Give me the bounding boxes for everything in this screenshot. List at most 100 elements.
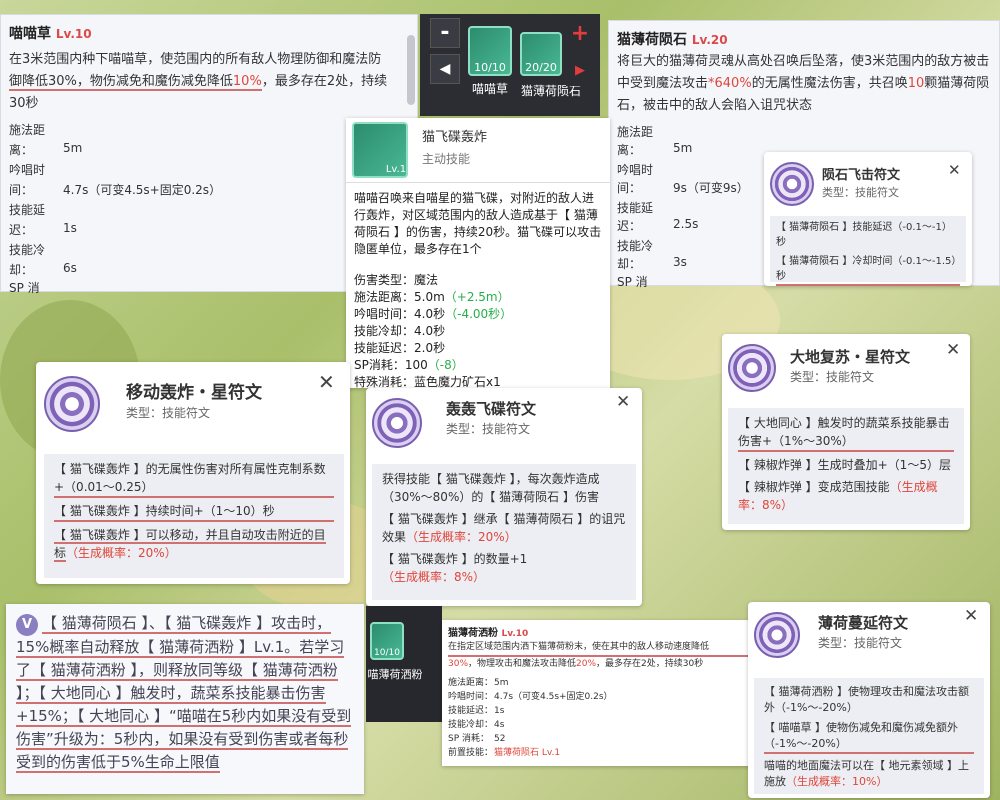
rune-effects: 【 猫薄荷洒粉 】使物理攻击和魔法攻击额外（-1%～-20%） 【 喵喵草 】使…	[754, 678, 984, 794]
stat-label: 吟唱时	[617, 163, 654, 177]
desc-line: 御降低30%，物伤减免和魔伤减免降低	[9, 74, 233, 91]
stat-value: 4s	[494, 720, 505, 730]
stat-label: 间：	[9, 183, 34, 197]
skill-count: 10/10	[374, 648, 400, 658]
star-effect-text: 【 猫薄荷陨石 】、【 猫飞碟轰炸 】攻击时，15%概率自动释放【 猫薄荷洒粉 …	[16, 614, 352, 773]
next-button[interactable]: ▶	[566, 58, 594, 86]
stat-value: 4.0秒	[414, 307, 446, 321]
rune-effect-chance: （生成概率：8%）	[382, 570, 486, 584]
meow-grass-skill-icon[interactable]: 10/10	[468, 26, 512, 76]
stat-value: 5m	[494, 678, 509, 688]
rune-effects: 【 大地同心 】触发时的蔬菜系技能暴击伤害+（1%～30%） 【 辣椒炸弹 】生…	[728, 408, 964, 524]
stat-label: SP 消	[9, 281, 40, 295]
skill-title: 猫飞碟轰炸	[422, 130, 488, 145]
rune-effects: 【 猫飞碟轰炸 】的无属性伤害对所有属性克制系数+（0.01～0.25） 【 猫…	[44, 454, 344, 578]
stat-value: 4.7s（可变4.5s+固定0.2s）	[63, 183, 222, 197]
close-icon[interactable]: ✕	[946, 340, 960, 360]
stat-label: 施法距	[617, 125, 654, 139]
skill-description: 将巨大的猫薄荷灵魂从高处召唤后坠落，使3米范围内的敌方被击 中受到魔法攻击*64…	[617, 51, 1000, 117]
skill-panel-ufo-bombing: Lv.1 猫飞碟轰炸 主动技能 喵喵召唤来自喵星的猫飞碟，对附近的敌人进行轰炸，…	[346, 118, 610, 391]
scrollbar[interactable]	[407, 35, 415, 105]
stat-label: 离：	[617, 143, 642, 157]
rune-effect-line: 【 喵喵草 】使物伤减免和魔伤减免额外（-1%～-20%）	[764, 720, 974, 754]
skill-label: 喵薄荷洒粉	[367, 668, 423, 681]
skill-level: Lv.1	[385, 164, 407, 175]
previous-button[interactable]: ◀	[430, 54, 460, 84]
stat-label: 技能延迟：	[354, 341, 415, 355]
skill-title: 猫薄荷洒粉	[448, 628, 498, 639]
desc-line: 在3米范围内种下喵喵草，使范围内的所有敌人物理防御和魔法防	[9, 52, 382, 67]
rune-type: 类型：技能符文	[446, 422, 531, 436]
skill-level: Lv.20	[691, 33, 728, 47]
stat-value: 52	[494, 734, 506, 744]
rune-card-earth-revival: 大地复苏・星符文 类型：技能符文 ✕ 【 大地同心 】触发时的蔬菜系技能暴击伤害…	[722, 334, 970, 530]
rune-title: 陨石飞击符文	[822, 168, 901, 183]
minus-button[interactable]: -	[430, 18, 460, 48]
rune-effect-line: 【 猫薄荷陨石 】技能延迟（-0.1～-1）秒	[776, 222, 952, 248]
stat-value: 9s（可变9s）	[673, 181, 749, 195]
stat-label: 却：	[617, 257, 642, 271]
stat-label: 技能冷却：	[448, 720, 494, 730]
rune-icon	[754, 612, 800, 658]
close-icon[interactable]: ✕	[318, 372, 335, 392]
catnip-meteor-skill-icon[interactable]: 20/20	[520, 32, 562, 76]
skill-count: 10/10	[474, 61, 506, 74]
close-icon[interactable]: ✕	[616, 392, 630, 412]
catnip-spray-skill-icon[interactable]: 10/10	[370, 622, 404, 660]
plus-button[interactable]: +	[566, 20, 594, 50]
desc-highlight: 20%	[576, 659, 597, 669]
desc-line: 在指定区域范围内洒下猫薄荷粉末，使在其中的敌人移动速度降低	[448, 640, 748, 657]
rune-title: 轰轰飞碟符文	[446, 400, 537, 418]
stat-value: 5m	[63, 141, 83, 155]
desc-line: 颗猫薄荷陨	[924, 76, 990, 91]
stat-value: 魔法	[414, 273, 439, 287]
desc-line: 中受到魔法攻击	[617, 76, 709, 91]
skill-panel-catnip-spray: 猫薄荷洒粉 Lv.10 在指定区域范围内洒下猫薄荷粉末，使在其中的敌人移动速度降…	[442, 620, 750, 766]
skill-level: Lv.10	[501, 629, 529, 639]
stat-value: 100	[404, 358, 428, 372]
rune-type: 类型：技能符文	[126, 406, 211, 420]
stat-label: SP 消	[617, 275, 648, 289]
rune-card-mint-spread: 薄荷蔓延符文 类型：技能符文 ✕ 【 猫薄荷洒粉 】使物理攻击和魔法攻击额外（-…	[748, 602, 990, 798]
stat-value: 4.7s（可变4.5s+固定0.2s）	[494, 692, 613, 702]
rune-effect-chance: （生成概率：20%）	[406, 530, 517, 544]
rune-effect-chance: （生成概率：20%）	[66, 546, 177, 560]
rune-type: 类型：技能符文	[822, 186, 899, 199]
stat-label: 施法距	[9, 123, 46, 137]
skill-description: 喵喵召唤来自喵星的猫飞碟，对附近的敌人进行轰炸，对区域范围内的敌人造成基于【 猫…	[354, 191, 602, 256]
close-icon[interactable]: ✕	[964, 606, 978, 626]
rune-card-meteor-strike: 陨石飞击符文 类型：技能符文 ✕ 【 猫薄荷陨石 】技能延迟（-0.1～-1）秒…	[764, 152, 972, 286]
stat-value: 3s	[673, 255, 687, 269]
close-icon[interactable]: ✕	[948, 160, 961, 180]
rune-effect-line: 【 猫飞碟轰炸 】的数量+1	[382, 552, 528, 566]
rune-card-mobile-bombing: 移动轰炸・星符文 类型：技能符文 ✕ 【 猫飞碟轰炸 】的无属性伤害对所有属性克…	[36, 362, 350, 584]
skill-title: 喵喵草	[9, 26, 51, 42]
stat-label: 却：	[9, 263, 34, 277]
skill-stats: 施法距离：5m 吟唱时间：4.7s（可变4.5s+固定0.2s） 技能延迟：1s…	[448, 676, 613, 760]
rune-icon	[44, 376, 100, 432]
rune-type: 类型：技能符文	[818, 636, 903, 650]
desc-line: ，物理攻击和魔法攻击降低	[468, 659, 577, 669]
skill-stats: 伤害类型：魔法 施法距离：5.0m（+2.5m） 吟唱时间：4.0秒（-4.00…	[354, 272, 512, 391]
stat-bonus: （+2.5m）	[444, 290, 510, 304]
stat-value: 2.5s	[673, 217, 699, 231]
rune-effect-line: 获得技能【 猫飞碟轰炸 】，每次轰炸造成（30%～80%）的【 猫薄荷陨石 】伤…	[382, 472, 600, 504]
skill-count: 20/20	[525, 61, 557, 74]
rune-effect-chance: （生成概率：10%）	[786, 775, 888, 788]
rune-effect-line: 【 大地同心 】触发时的蔬菜系技能暴击伤害+（1%～30%）	[738, 414, 954, 452]
desc-line: 将巨大的猫薄荷灵魂从高处召唤后坠落，使3米范围内的敌方被击	[617, 54, 990, 69]
rune-effect-line: 【 猫飞碟轰炸 】的无属性伤害对所有属性克制系数+（0.01～0.25）	[54, 460, 334, 498]
stat-label: 前置技能：	[448, 748, 494, 758]
stat-label: 吟唱时间：	[448, 692, 494, 702]
desc-highlight: 10%	[232, 74, 262, 91]
rune-effect-line: 【 猫薄荷洒粉 】使物理攻击和魔法攻击额外（-1%～-20%）	[764, 685, 969, 714]
rune-effect-line: 【 猫薄荷陨石 】冷却时间（-0.1～-1.5）秒	[776, 254, 960, 286]
stat-value: 5.0m	[414, 290, 445, 304]
stat-label: 施法距离：	[354, 290, 415, 304]
skill-type: 主动技能	[422, 152, 471, 166]
desc-line: 石，被击中的敌人会陷入诅咒状态	[617, 98, 813, 113]
stat-label: 间：	[617, 181, 642, 195]
desc-line: ，最多存在2处，持续30秒	[596, 659, 704, 669]
stat-label: 吟唱时间：	[354, 307, 415, 321]
rune-effect-line: 【 猫飞碟轰炸 】持续时间+（1～10）秒	[54, 502, 334, 522]
